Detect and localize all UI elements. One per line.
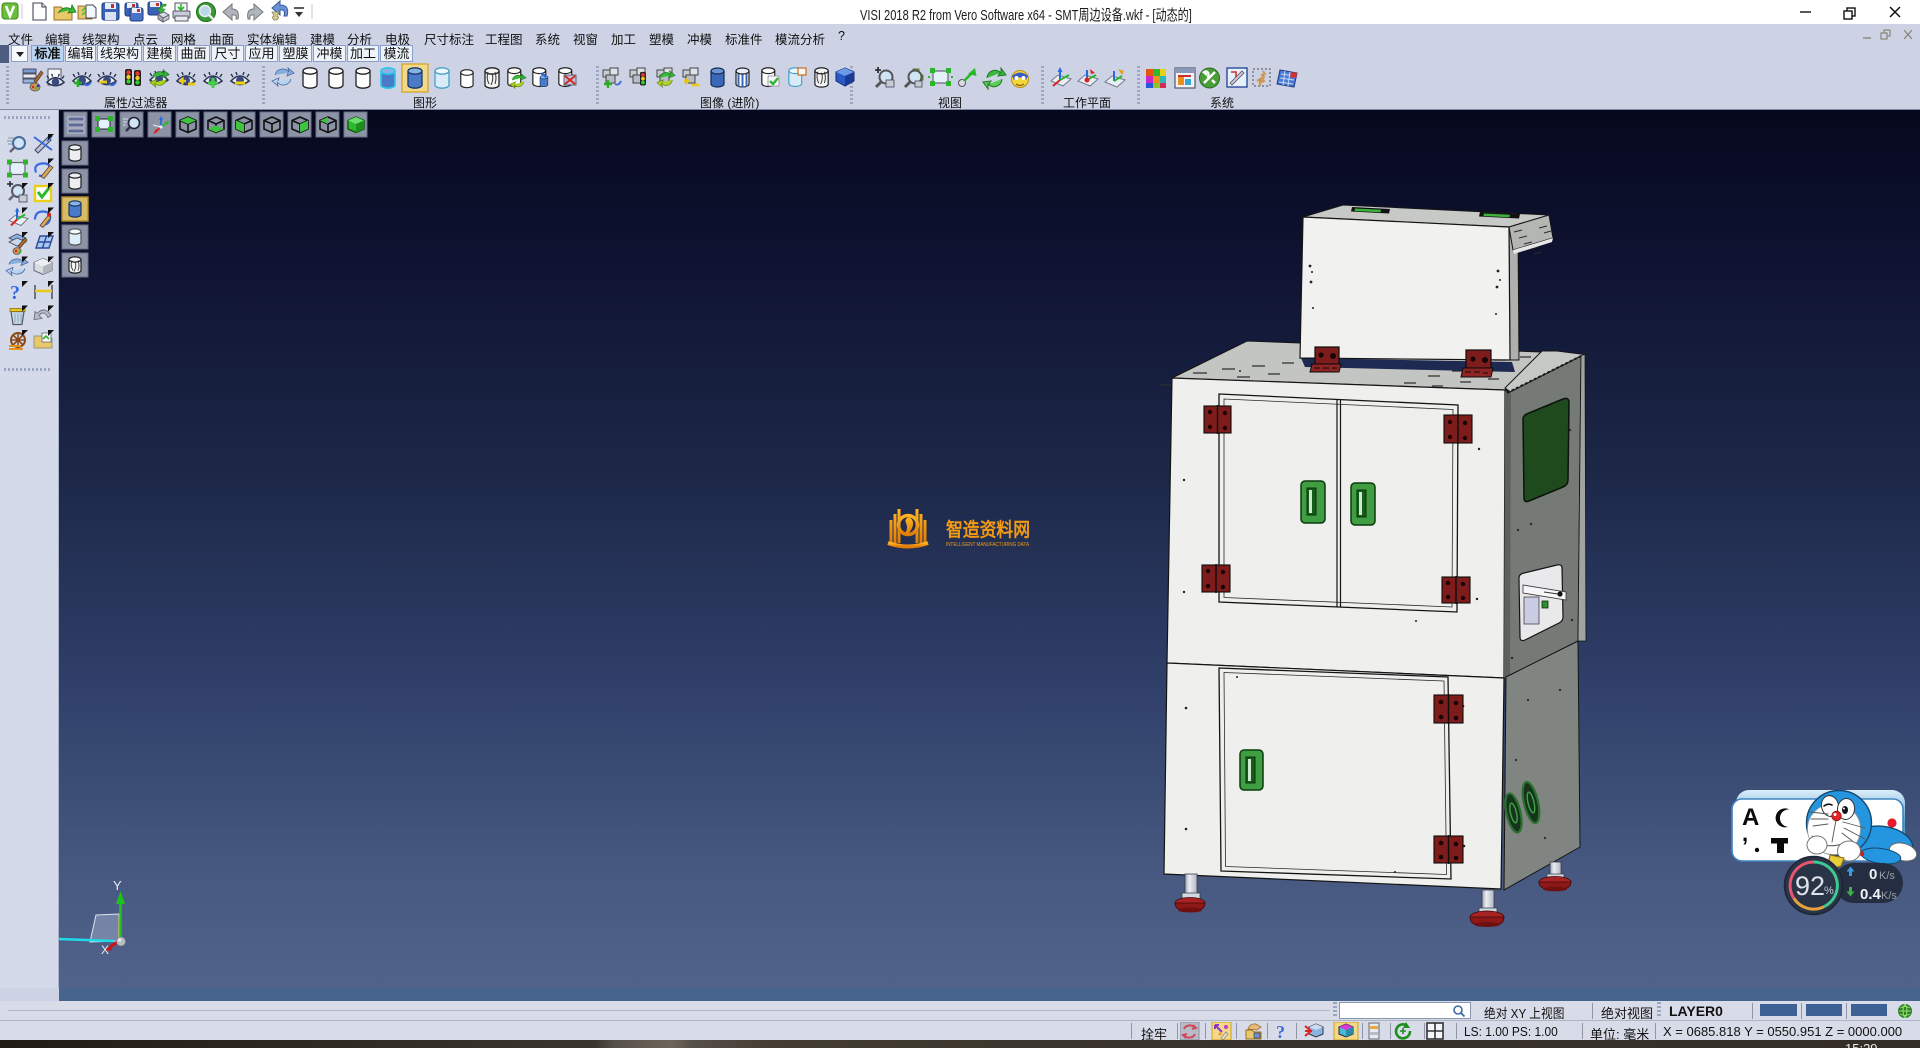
svg-text:K/s: K/s bbox=[1881, 890, 1897, 902]
svg-text:X: X bbox=[101, 943, 109, 957]
svg-text:Y: Y bbox=[113, 878, 122, 893]
svg-text:?: ? bbox=[1276, 1022, 1285, 1041]
svg-text:?: ? bbox=[10, 282, 20, 304]
svg-text:%: % bbox=[1824, 885, 1834, 897]
svg-text:92: 92 bbox=[1795, 871, 1825, 901]
svg-text:0: 0 bbox=[1869, 866, 1877, 883]
svg-text:,: , bbox=[1742, 821, 1748, 846]
svg-text:K/s: K/s bbox=[1879, 870, 1895, 882]
svg-text:INTELLIGENT MANUFACTURING DATA: INTELLIGENT MANUFACTURING DATA bbox=[946, 542, 1029, 548]
svg-text:0.4: 0.4 bbox=[1860, 886, 1882, 903]
svg-text:智造资料网: 智造资料网 bbox=[946, 518, 1030, 541]
